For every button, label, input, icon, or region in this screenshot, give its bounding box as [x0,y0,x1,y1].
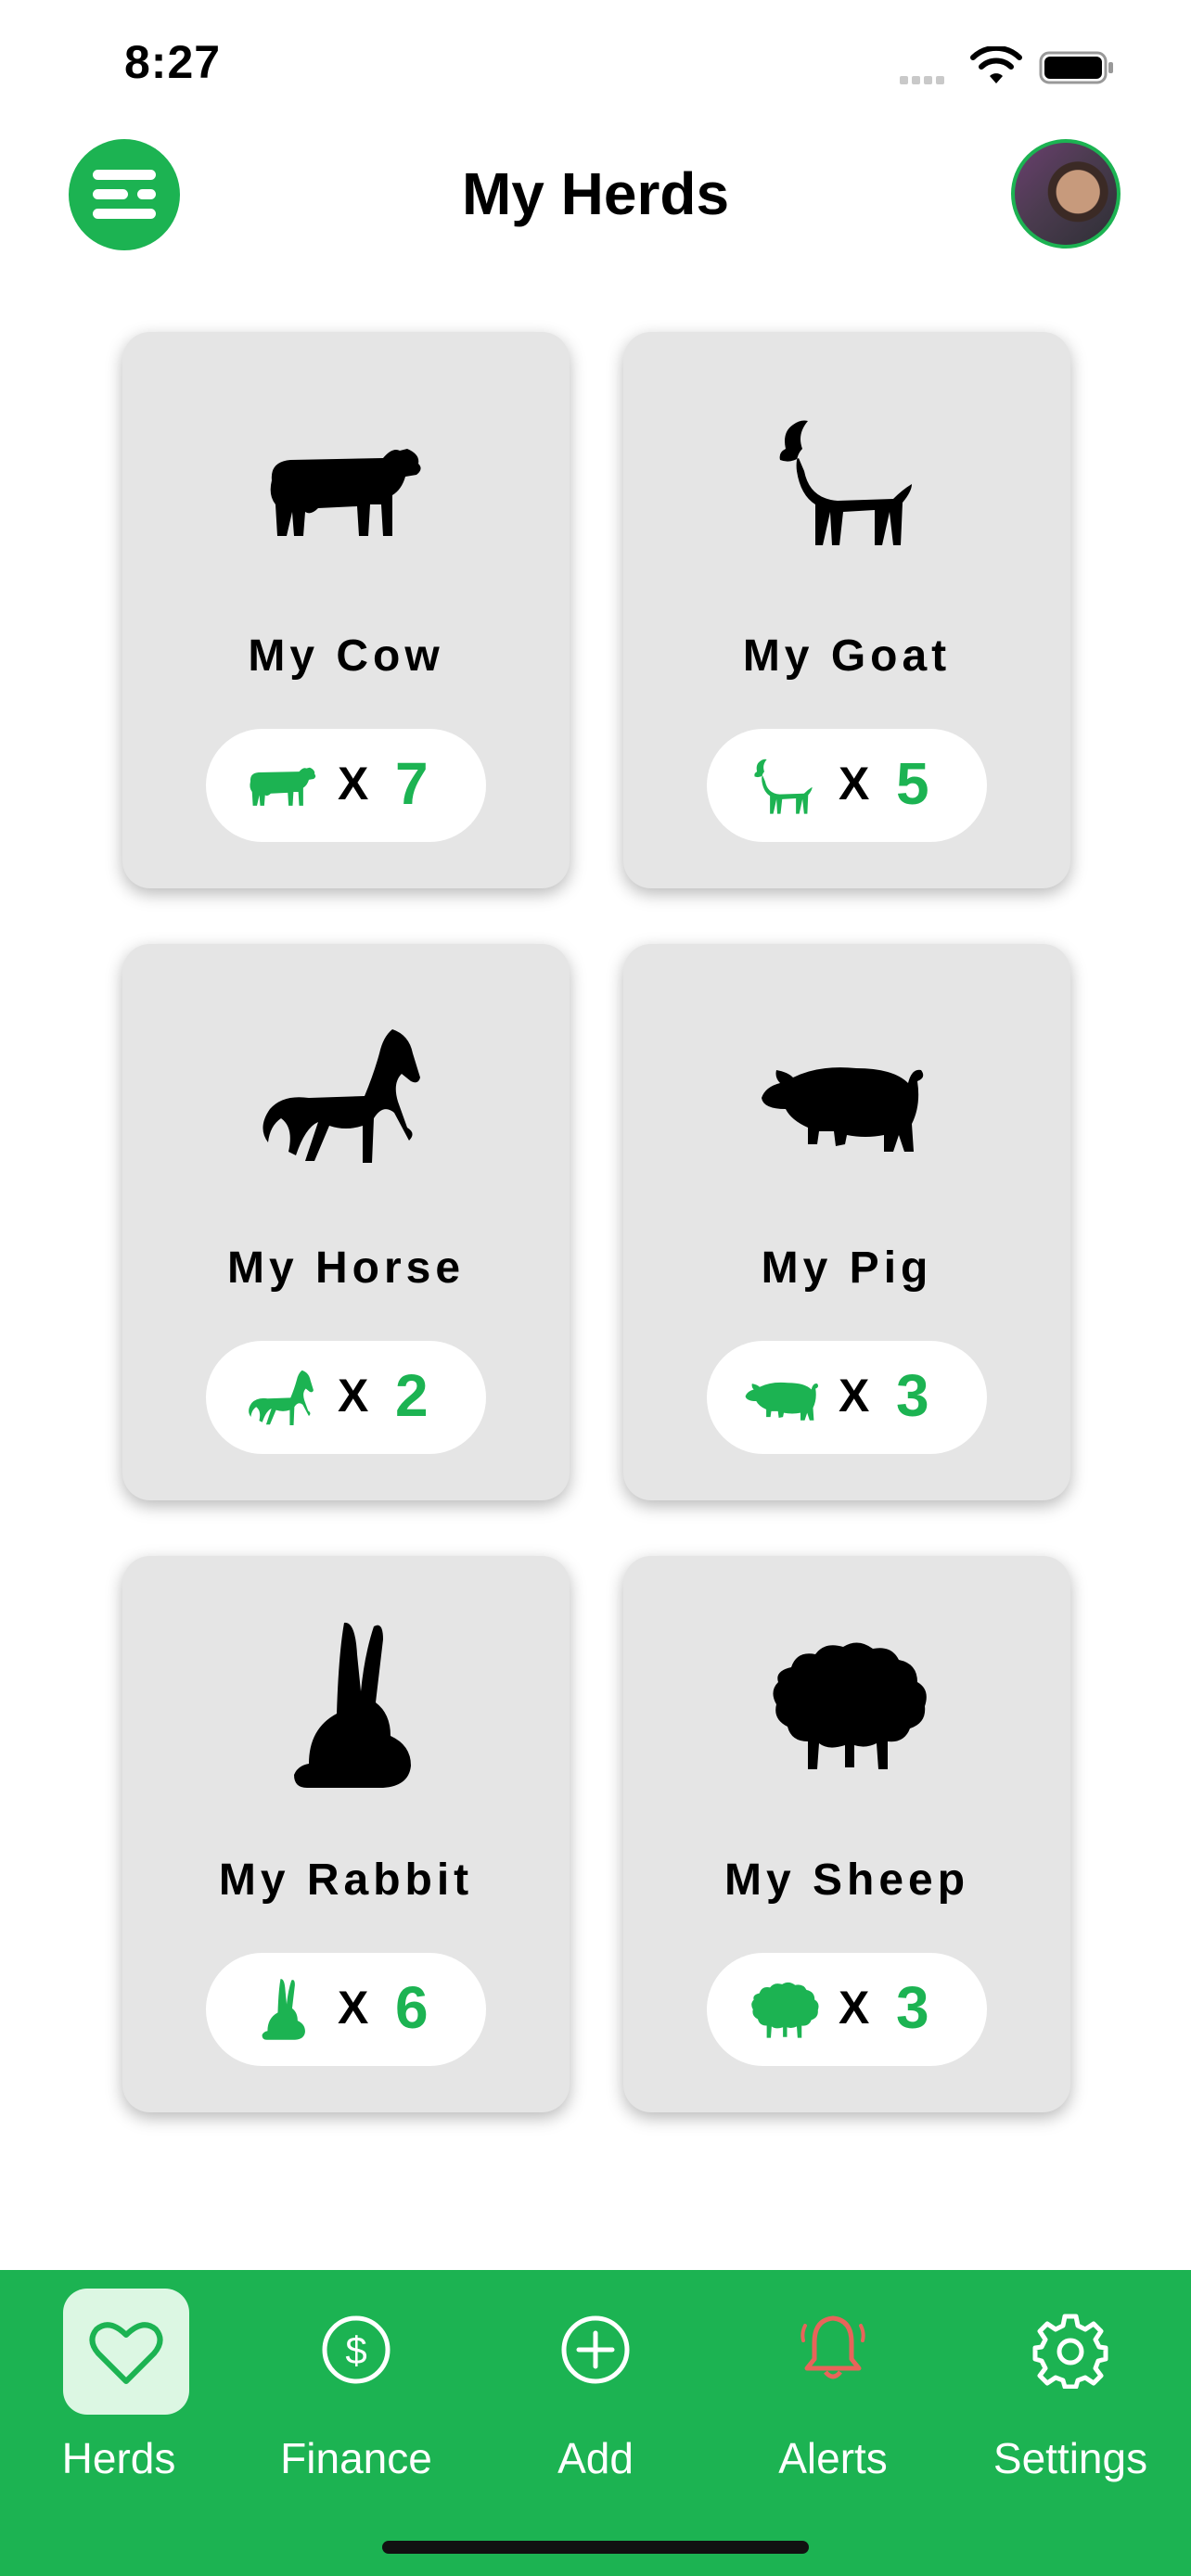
herd-card-label: My Pig [761,1243,933,1293]
goat-icon [779,420,912,545]
tab-add[interactable]: Add [484,2270,707,2511]
status-time: 8:27 [124,36,222,88]
multiplier-label: X [338,758,369,810]
herd-card-cow[interactable]: My Cow X 7 [122,332,570,888]
herd-count: 3 [896,1362,929,1429]
herd-count-pill: X 7 [206,729,486,842]
multiplier-label: X [839,1370,870,1422]
herd-card-label: My Sheep [724,1855,970,1905]
tab-label: Alerts [778,2434,888,2482]
svg-text:$: $ [345,2328,366,2372]
profile-avatar[interactable] [1011,139,1121,249]
herd-card-label: My Horse [226,1243,466,1293]
herd-card-label: My Rabbit [218,1855,474,1905]
bell-icon [800,2315,865,2379]
herd-count: 6 [395,1974,429,2041]
pig-icon [745,1382,819,1421]
herd-card-sheep[interactable]: My Sheep X 3 [623,1556,1070,2112]
plus-circle-icon [561,2315,630,2384]
herd-card-goat[interactable]: My Goat X 5 [623,332,1070,888]
cow-icon [270,449,421,536]
rabbit-icon [262,1979,305,2040]
sheep-icon [773,1642,927,1769]
multiplier-label: X [839,758,870,810]
tab-alerts[interactable]: Alerts [722,2270,944,2511]
goat-icon [754,759,813,814]
cow-icon [250,767,316,806]
herd-count-pill: X 5 [707,729,987,842]
multiplier-label: X [839,1982,870,2034]
multiplier-label: X [338,1370,369,1422]
tab-label: Finance [280,2434,432,2482]
gear-icon [1032,2314,1108,2389]
tab-bar: Herds $ Finance Add Alerts Settings [0,2270,1191,2576]
herd-count: 2 [395,1362,429,1429]
herd-count-pill: X 2 [206,1341,486,1454]
pig-icon [762,1067,924,1152]
herd-count-pill: X 3 [707,1953,987,2066]
wifi-icon [970,46,1022,83]
home-indicator [382,2541,809,2554]
heart-icon [89,2322,163,2384]
dollar-icon: $ [322,2315,391,2384]
herd-count-pill: X 3 [707,1341,987,1454]
sheep-icon [751,1982,819,2038]
herd-count-pill: X 6 [206,1953,486,2066]
herd-card-rabbit[interactable]: My Rabbit X 6 [122,1556,570,2112]
herd-count: 3 [896,1974,929,2041]
tab-label: Settings [992,2434,1148,2482]
tab-settings[interactable]: Settings [959,2270,1182,2511]
herd-card-horse[interactable]: My Horse X 2 [122,944,570,1500]
herd-card-label: My Cow [248,631,444,681]
herd-card-pig[interactable]: My Pig X 3 [623,944,1070,1500]
herd-count: 7 [395,750,429,817]
tab-label: Add [557,2434,634,2482]
rabbit-icon [294,1622,411,1788]
herd-count: 5 [896,750,929,817]
tab-herds[interactable]: Herds [7,2270,230,2511]
battery-icon [1039,51,1113,84]
cellular-signal-icon [900,72,948,89]
tab-finance[interactable]: $ Finance [245,2270,467,2511]
herd-card-label: My Goat [742,631,952,681]
horse-icon [263,1029,420,1163]
tab-label: Herds [61,2434,176,2482]
multiplier-label: X [338,1982,369,2034]
horse-icon [249,1370,314,1426]
